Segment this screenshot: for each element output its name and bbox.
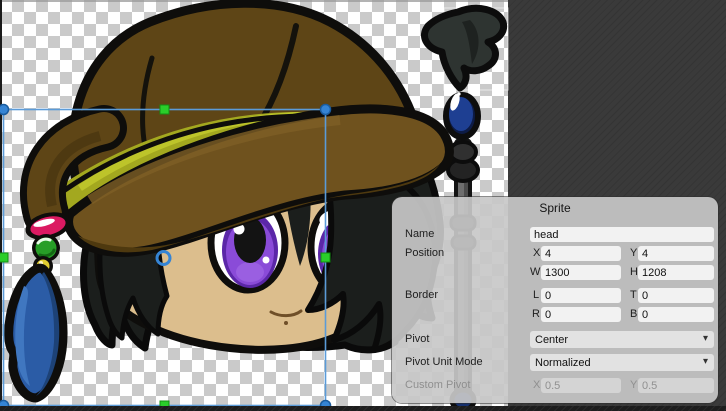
position-y-input[interactable] [638, 246, 714, 261]
border-r-input[interactable] [541, 307, 621, 322]
custom-pivot-x-label: X [533, 379, 540, 391]
custom-pivot-y-label: Y [630, 379, 637, 391]
pivot-unit-mode-dropdown-value: Normalized [535, 357, 591, 369]
edge-handle-right[interactable] [321, 253, 330, 262]
name-label: Name [405, 228, 434, 240]
border-label: Border [405, 289, 438, 301]
sprite-panel: Sprite Name Position X Y W H Border L T … [392, 197, 718, 403]
border-l-label: L [533, 289, 539, 301]
border-b-input[interactable] [638, 307, 714, 322]
position-x-label: X [533, 247, 540, 259]
corner-handle-top-left[interactable] [0, 105, 9, 115]
name-input[interactable] [530, 227, 714, 242]
position-h-label: H [630, 266, 638, 278]
pivot-unit-mode-label: Pivot Unit Mode [405, 356, 483, 368]
head-sprite [9, 3, 450, 398]
custom-pivot-y-input [638, 378, 714, 393]
border-b-label: B [630, 308, 637, 320]
position-w-label: W [530, 266, 540, 278]
position-y-label: Y [630, 247, 637, 259]
pivot-label: Pivot [405, 333, 429, 345]
pivot-dropdown-value: Center [535, 334, 568, 346]
panel-title: Sprite [392, 201, 718, 215]
sprite-editor-canvas[interactable]: Sprite Name Position X Y W H Border L T … [0, 0, 726, 411]
border-t-label: T [630, 289, 637, 301]
custom-pivot-label: Custom Pivot [405, 379, 470, 391]
border-l-input[interactable] [541, 288, 621, 303]
corner-handle-top-right[interactable] [321, 105, 331, 115]
staff-finial-feather [424, 8, 503, 88]
pivot-unit-mode-dropdown[interactable]: Normalized ▾ [530, 354, 714, 371]
border-t-input[interactable] [638, 288, 714, 303]
position-label: Position [405, 247, 444, 259]
position-w-input[interactable] [541, 265, 621, 280]
staff-orb-glint [457, 92, 460, 95]
edge-handle-left[interactable] [0, 253, 8, 262]
border-r-label: R [532, 308, 540, 320]
pivot-dropdown[interactable]: Center ▾ [530, 331, 714, 348]
bottom-bar [0, 406, 726, 411]
position-h-input[interactable] [638, 265, 714, 280]
chevron-down-icon: ▾ [703, 333, 708, 344]
chevron-down-icon: ▾ [703, 356, 708, 367]
position-x-input[interactable] [541, 246, 621, 261]
hat-feather [9, 268, 63, 398]
custom-pivot-x-input [541, 378, 621, 393]
edge-handle-top[interactable] [160, 105, 169, 114]
